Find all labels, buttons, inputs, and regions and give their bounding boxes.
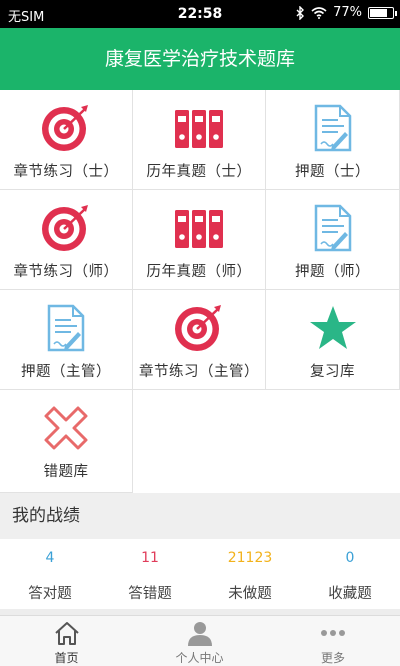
stat-value: 4 <box>45 550 55 566</box>
section-title-my-record: 我的战绩 <box>0 493 400 539</box>
stat-label: 未做题 <box>228 586 272 602</box>
target-icon <box>175 305 221 351</box>
app-header: 康复医学治疗技术题库 <box>0 28 400 90</box>
target-icon <box>42 105 88 151</box>
battery-fill <box>370 8 387 17</box>
cross-icon <box>44 406 88 450</box>
stat-value: 11 <box>141 550 159 566</box>
grid-item-label: 错题库 <box>43 464 89 480</box>
grid-item-label: 历年真题（士） <box>146 164 252 180</box>
grid-item-wrong-answers[interactable]: 错题库 <box>0 390 133 493</box>
tab-more[interactable]: 更多 <box>266 616 400 666</box>
grid-item-label: 押题（主管） <box>21 364 111 380</box>
grid-item-chapter-practice-supervisor[interactable]: 章节练习（主管） <box>133 290 266 390</box>
document-pen-icon <box>314 104 351 152</box>
status-right: 77% <box>295 5 397 20</box>
grid-item-label: 章节练习（师） <box>13 264 119 280</box>
section-title-label: 我的战绩 <box>12 506 80 526</box>
grid-item-label: 押题（师） <box>295 264 370 280</box>
grid-item-label: 历年真题（师） <box>146 264 252 280</box>
person-icon <box>187 622 212 646</box>
grid-item-review-bank[interactable]: 复习库 <box>266 290 400 390</box>
wifi-icon <box>311 6 327 19</box>
document-pen-icon <box>47 304 85 352</box>
star-icon <box>309 306 356 349</box>
grid-item-chapter-practice-shi[interactable]: 章节练习（士） <box>0 90 133 190</box>
status-bar: 无SIM 22:58 77% <box>0 0 400 28</box>
tab-label: 更多 <box>320 651 345 665</box>
grid-item-chapter-practice-shi-level2[interactable]: 章节练习（师） <box>0 190 133 290</box>
stat-undone[interactable]: 21123 未做题 <box>200 539 300 609</box>
more-dots-icon <box>321 630 345 636</box>
binders-icon <box>175 210 223 248</box>
bottom-tab-bar: 首页 个人中心 更多 <box>0 615 400 666</box>
grid-item-label: 押题（士） <box>295 164 370 180</box>
stat-wrong[interactable]: 11 答错题 <box>100 539 200 609</box>
bluetooth-icon <box>296 5 305 20</box>
grid-item-past-exams-shi-level2[interactable]: 历年真题（师） <box>133 190 266 290</box>
tab-home[interactable]: 首页 <box>0 616 133 666</box>
stat-value: 0 <box>345 550 355 566</box>
binders-icon <box>175 110 223 148</box>
home-icon <box>54 622 79 645</box>
stat-label: 答对题 <box>28 586 72 602</box>
grid-item-label: 章节练习（士） <box>13 164 119 180</box>
page-title: 康复医学治疗技术题库 <box>104 48 295 70</box>
tab-personal-center[interactable]: 个人中心 <box>133 616 266 666</box>
target-icon <box>42 205 88 251</box>
tab-label: 首页 <box>54 651 79 665</box>
stat-label: 收藏题 <box>328 586 372 602</box>
grid-item-label: 复习库 <box>310 364 355 380</box>
grid-item-label: 章节练习（主管） <box>139 364 259 380</box>
stat-correct[interactable]: 4 答对题 <box>0 539 100 609</box>
document-pen-icon <box>314 204 351 252</box>
grid-item-predicted-shi[interactable]: 押题（士） <box>266 90 400 190</box>
grid-item-past-exams-shi[interactable]: 历年真题（士） <box>133 90 266 190</box>
tab-label: 个人中心 <box>175 651 224 665</box>
battery-percent: 77% <box>333 5 362 20</box>
battery-icon <box>368 6 397 19</box>
stats-row: 4 答对题 11 答错题 21123 未做题 0 收藏题 <box>0 539 400 609</box>
grid-item-predicted-shi-level2[interactable]: 押题（师） <box>266 190 400 290</box>
stat-favorites[interactable]: 0 收藏题 <box>300 539 400 609</box>
grid-item-predicted-supervisor[interactable]: 押题（主管） <box>0 290 133 390</box>
stat-label: 答错题 <box>128 586 172 602</box>
stat-value: 21123 <box>227 550 273 566</box>
